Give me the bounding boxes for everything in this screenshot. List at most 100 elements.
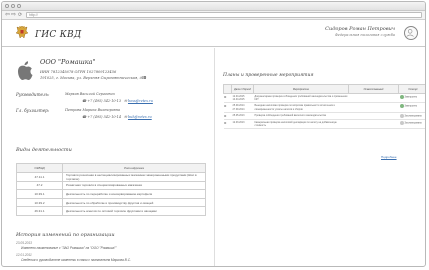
- event-date: 25.05.2013: [231, 112, 254, 120]
- table-row[interactable]: 46.31.1 Деятельность агентов по оптовой т…: [16, 206, 206, 216]
- event-date: 25.09.2014 27.09.2014: [231, 102, 254, 113]
- accountant-name: Петрова Марина Викторовна: [65, 108, 121, 112]
- title-bar: [2, 2, 425, 11]
- accountant-email-link[interactable]: buh@retex.ru: [128, 115, 152, 119]
- more-events-link[interactable]: Подробнее: [381, 155, 397, 159]
- okved-header-row: ОКВЭД Расшифровка: [16, 163, 206, 173]
- table-row[interactable]: 47.2 Розничная торговля в специализирован…: [16, 180, 206, 191]
- status-icon: [399, 95, 404, 99]
- org-ids: ИНН 7812345678 ОГРН 1027809123456: [40, 70, 117, 74]
- reload-icon[interactable]: ⟳: [18, 12, 22, 18]
- event-header: Мероприятие: [253, 84, 349, 94]
- okved-code: 47.2: [16, 180, 63, 191]
- status-icon: [399, 104, 404, 109]
- accountant-phone: ☎ +7 (495) 542-10-14 ✉ buh@retex.ru: [82, 115, 152, 119]
- accountant-phone-number: +7 (495) 542-10-14: [87, 115, 121, 119]
- event-responsible: [348, 112, 399, 120]
- table-row[interactable]: ▸ 12.03.2013 Камеральная проверка налого…: [223, 119, 425, 130]
- user-avatar-icon[interactable]: [404, 26, 418, 40]
- director-phone-number: +7 (495) 542-10-13: [87, 99, 121, 103]
- director-label: Руководитель:: [16, 92, 50, 97]
- okved-desc: Торговля розничная в неспециализированны…: [62, 171, 206, 182]
- current-user: Сидоров Роман Петрович Федеральная налог…: [325, 26, 395, 37]
- window-minimize-dot[interactable]: [11, 4, 15, 8]
- events-header-row: Дата / Период Мероприятие Ответственный …: [223, 84, 425, 94]
- phone-icon: ☎: [82, 99, 87, 103]
- okved-code: 10.39.2: [16, 197, 63, 208]
- events-title: Планы и проверенные мероприятия: [223, 73, 314, 78]
- status-text: Завершено: [404, 105, 418, 109]
- history-section-title: История изменений по организации: [16, 232, 115, 238]
- okved-code: 46.31.1: [16, 206, 63, 216]
- window-close-dot[interactable]: [5, 4, 9, 8]
- table-row[interactable]: ▸ 25.09.2014 27.09.2014 Выездная налогов…: [223, 102, 425, 113]
- event-text: Выездная налоговая проверка по вопросам …: [253, 102, 349, 113]
- org-address: 191025, г. Москва, ул. Верхняя Сыромятни…: [40, 76, 147, 80]
- okved-code: 10.39.1: [16, 189, 63, 199]
- page-header: ГИС КВД Сидоров Роман Петрович Федеральн…: [2, 20, 425, 47]
- url-input[interactable]: http://: [26, 12, 422, 18]
- okved-code-header: ОКВЭД: [16, 163, 63, 173]
- event-responsible: [348, 93, 399, 104]
- history-text: Сведения о руководителе изменены в связи…: [21, 258, 131, 262]
- table-row[interactable]: ▸ 12.04.2015 14.04.2015 Документарная пр…: [223, 93, 425, 104]
- expand-icon[interactable]: ▸: [223, 102, 232, 113]
- back-icon[interactable]: ⇦: [5, 12, 10, 18]
- user-name: Сидоров Роман Петрович: [325, 26, 395, 32]
- forward-icon[interactable]: ⇨: [11, 12, 16, 18]
- user-role: Федеральная налоговая служба: [334, 33, 395, 37]
- expand-icon[interactable]: ▸: [223, 112, 232, 120]
- event-text: Документарная проверка соблюдения требов…: [253, 93, 349, 104]
- site-title: ГИС КВД: [35, 30, 82, 40]
- date-header: Дата / Период: [231, 84, 254, 94]
- okved-code: 47.11.1: [16, 171, 63, 182]
- history-date: 23.05.2013: [16, 241, 32, 245]
- status-text: Завершено: [404, 95, 418, 99]
- event-responsible: [348, 102, 399, 113]
- org-name: ООО "Ромашка": [40, 58, 96, 66]
- address-bar: ⇦ ⇨ ⟳ http://: [2, 11, 425, 20]
- status-header: Статус: [398, 84, 425, 94]
- director-email-link[interactable]: boss@retex.ru: [128, 99, 153, 103]
- status-text: Запланировано: [404, 121, 422, 125]
- history-date: 12.01.2011: [16, 253, 32, 257]
- responsible-header: Ответственный: [348, 84, 399, 94]
- event-text: Проверка соблюдения требований валютного…: [253, 112, 349, 120]
- okved-desc: Розничная торговля в специализированных …: [62, 180, 206, 191]
- director-name: Марков Василий Сергеевич: [65, 92, 115, 96]
- phone-icon: ☎: [82, 115, 87, 119]
- organization-panel: ООО "Ромашка" ИНН 7812345678 ОГРН 102780…: [2, 48, 212, 266]
- okved-section-title: Виды деятельности: [16, 147, 72, 153]
- table-row[interactable]: 10.39.1 Деятельность по переработке и кон…: [16, 189, 206, 199]
- table-row[interactable]: ▸ 25.05.2013 Проверка соблюдения требова…: [223, 112, 425, 120]
- window-zoom-dot[interactable]: [17, 4, 21, 8]
- table-row[interactable]: 10.39.2 Деятельность по обработке и произ…: [16, 197, 206, 208]
- event-status: Завершено: [398, 93, 425, 104]
- events-table: Дата / Период Мероприятие Ответственный …: [223, 84, 425, 130]
- events-panel: Планы и проверенные мероприятия Дата / П…: [214, 48, 425, 266]
- table-row[interactable]: 47.11.1 Торговля розничная в неспециализи…: [16, 171, 206, 182]
- status-icon: [399, 113, 404, 118]
- expand-icon[interactable]: ▸: [223, 93, 232, 104]
- event-date: 12.04.2015 14.04.2015: [231, 93, 254, 104]
- event-status: Завершено: [398, 102, 425, 113]
- expand-icon[interactable]: ▸: [223, 119, 232, 130]
- okved-table: ОКВЭД Расшифровка 47.11.1 Торговля рознич…: [16, 163, 206, 216]
- okved-desc: Деятельность по переработке и консервиро…: [62, 189, 206, 199]
- event-date: 12.03.2013: [231, 119, 254, 130]
- okved-desc-header: Расшифровка: [62, 163, 206, 173]
- company-logo-icon: [18, 61, 33, 80]
- history-text: Изменено наименование с "ЗАО Ромашка" на…: [21, 246, 117, 250]
- status-icon: [399, 120, 404, 125]
- okved-desc: Деятельность по обработке и производству…: [62, 197, 206, 208]
- browser-window: ⇦ ⇨ ⟳ http:// ГИС КВД Сидоров Роман Петр…: [1, 1, 426, 267]
- accountant-label: Гл. бухгалтер:: [16, 108, 50, 113]
- marker-header: [223, 84, 232, 94]
- email-icon: ✉: [124, 115, 127, 119]
- status-text: Запланировано: [404, 114, 422, 118]
- coat-of-arms-icon: [15, 25, 29, 39]
- okved-desc: Деятельность агентов по оптовой торговле…: [62, 206, 206, 216]
- map-icon[interactable]: ⊞: [142, 75, 146, 81]
- director-phone: ☎ +7 (495) 542-10-13 ✉ boss@retex.ru: [82, 99, 153, 103]
- event-text: Камеральная проверка налоговой деклараци…: [253, 119, 349, 130]
